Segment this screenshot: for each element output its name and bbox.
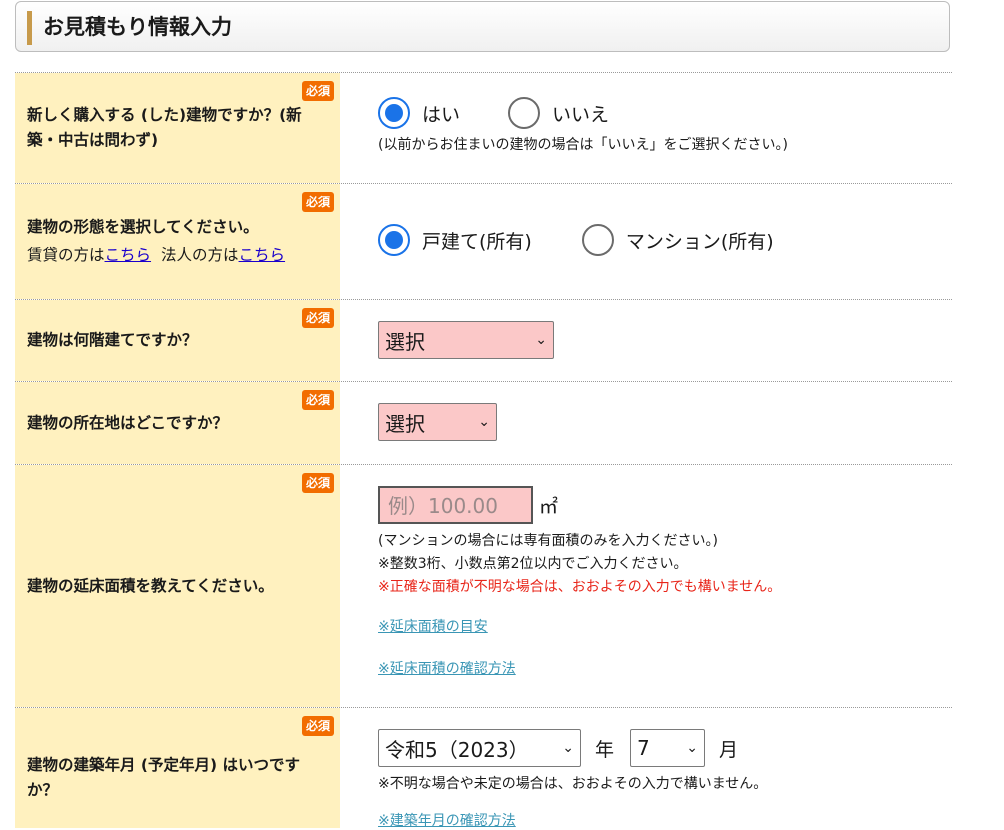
rental-corporate-links: 賃貸の方はこちら 法人の方はこちら xyxy=(27,242,328,268)
select-value: 令和5（2023） xyxy=(385,737,529,762)
floors-select[interactable]: 選択 ⌄ xyxy=(378,321,554,359)
build-month-select[interactable]: 7 ⌄ xyxy=(630,729,706,767)
floor-area-note-2: ※整数3桁、小数点第2位以内でご入力ください。 xyxy=(378,556,688,572)
year-unit: 年 xyxy=(595,738,615,761)
chevron-down-icon: ⌄ xyxy=(562,740,574,756)
select-value: 選択 xyxy=(385,411,425,436)
radio-circle xyxy=(508,97,541,129)
question-label-cell: 必須 建物の建築年月 (予定年月) はいつですか？ xyxy=(15,708,340,828)
answer-cell: 令和5（2023） ⌄ 年 7 ⌄ 月 ※不明な場合や未定の場合は、おおよその入… xyxy=(340,708,952,830)
question-row-floors: 必須 建物は何階建てですか？ 選択 ⌄ xyxy=(15,299,952,381)
select-value: 7 xyxy=(637,736,650,760)
chevron-down-icon: ⌄ xyxy=(535,332,547,348)
answer-cell: はい いいえ (以前からお住まいの建物の場合は「いいえ」をご選択ください。) xyxy=(340,73,952,183)
required-badge: 必須 xyxy=(301,390,334,410)
area-unit: ㎡ xyxy=(539,495,559,518)
floor-area-guide-link[interactable]: ※延床面積の目安 xyxy=(378,616,952,636)
radio-circle-checked xyxy=(378,224,410,256)
required-badge: 必須 xyxy=(301,308,334,328)
chevron-down-icon: ⌄ xyxy=(686,740,699,756)
required-badge: 必須 xyxy=(301,473,334,493)
question-label-cell: 必須 建物の所在地はどこですか？ xyxy=(15,382,340,464)
build-year-select[interactable]: 令和5（2023） ⌄ xyxy=(378,729,581,767)
question-row-building-type: 必須 建物の形態を選択してください。 賃貸の方はこちら 法人の方はこちら 戸建て(… xyxy=(15,183,952,299)
question-label-cell: 必須 建物の延床面積を教えてください。 xyxy=(15,465,340,707)
build-date-check-link[interactable]: ※建築年月の確認方法 xyxy=(378,810,952,830)
floor-area-input[interactable]: 例）100.00 xyxy=(378,486,533,524)
answer-cell: 選択 ⌄ xyxy=(340,300,952,381)
question-label-cell: 必須 建物は何階建てですか？ xyxy=(15,300,340,381)
radio-circle-checked xyxy=(378,97,410,129)
month-unit: 月 xyxy=(719,738,739,761)
build-date-selects: 令和5（2023） ⌄ 年 7 ⌄ 月 xyxy=(378,729,952,767)
question-row-floor-area: 必須 建物の延床面積を教えてください。 例）100.00 ㎡ (マンションの場合… xyxy=(15,464,952,707)
page-title: お見積もり情報入力 xyxy=(43,15,232,39)
question-row-build-date: 必須 建物の建築年月 (予定年月) はいつですか？ 令和5（2023） ⌄ 年 … xyxy=(15,707,952,830)
radio-label-condominium: マンション(所有) xyxy=(625,230,774,253)
answer-cell: 選択 ⌄ xyxy=(340,382,952,464)
question-label-cell: 必須 建物の形態を選択してください。 賃貸の方はこちら 法人の方はこちら xyxy=(15,184,340,299)
question-label: 建物の所在地はどこですか？ xyxy=(27,413,229,432)
required-badge: 必須 xyxy=(301,192,334,212)
floor-area-note-1: (マンションの場合には専有面積のみを入力ください。) xyxy=(378,533,718,549)
radio-label-no: いいえ xyxy=(552,103,610,126)
estimate-form: 必須 新しく購入する (した)建物ですか？(新築・中古は問わず) はい いいえ … xyxy=(15,72,952,830)
section-header: お見積もり情報入力 xyxy=(15,1,950,52)
build-date-note: ※不明な場合や未定の場合は、おおよその入力で構いません。 xyxy=(378,776,768,792)
question-label: 建物の延床面積を教えてください。 xyxy=(27,576,274,595)
select-value: 選択 xyxy=(385,329,425,354)
radio-label-yes: はい xyxy=(422,103,461,126)
required-badge: 必須 xyxy=(301,716,334,736)
floor-area-note-3: ※正確な面積が不明な場合は、おおよその入力でも構いません。 xyxy=(378,579,782,595)
question-label: 建物の建築年月 (予定年月) はいつですか？ xyxy=(27,756,300,799)
answer-cell: 戸建て(所有) マンション(所有) xyxy=(340,184,952,299)
radio-circle xyxy=(581,224,614,256)
required-badge: 必須 xyxy=(301,81,334,101)
chevron-down-icon: ⌄ xyxy=(478,414,490,430)
rental-prefix: 賃貸の方は xyxy=(27,246,105,264)
question-label-cell: 必須 新しく購入する (した)建物ですか？(新築・中古は問わず) xyxy=(15,73,340,183)
radio-label-detached: 戸建て(所有) xyxy=(422,230,532,253)
floor-area-check-link[interactable]: ※延床面積の確認方法 xyxy=(378,658,952,678)
floor-area-input-row: 例）100.00 ㎡ xyxy=(378,486,952,524)
question-label: 建物の形態を選択してください。 xyxy=(27,218,259,236)
radio-group-new-purchase: はい いいえ xyxy=(378,97,952,129)
question-label: 新しく購入する (した)建物ですか？(新築・中古は問わず) xyxy=(27,106,302,149)
answer-cell: 例）100.00 ㎡ (マンションの場合には専有面積のみを入力ください。) ※整… xyxy=(340,465,952,707)
rental-link[interactable]: こちら xyxy=(105,246,152,264)
corporate-prefix: 法人の方は xyxy=(161,246,239,264)
radio-detached-house[interactable]: 戸建て(所有) xyxy=(378,224,532,256)
corporate-link[interactable]: こちら xyxy=(239,246,286,264)
radio-group-building-type: 戸建て(所有) マンション(所有) xyxy=(378,224,952,256)
radio-yes[interactable]: はい xyxy=(378,97,460,129)
radio-condominium[interactable]: マンション(所有) xyxy=(581,224,774,256)
question-label: 建物は何階建てですか？ xyxy=(27,331,198,349)
header-accent-bar xyxy=(27,11,32,45)
question-row-location: 必須 建物の所在地はどこですか？ 選択 ⌄ xyxy=(15,381,952,464)
q1-note: (以前からお住まいの建物の場合は「いいえ」をご選択ください。) xyxy=(378,137,788,153)
prefecture-select[interactable]: 選択 ⌄ xyxy=(378,403,497,441)
radio-no[interactable]: いいえ xyxy=(508,97,609,129)
question-row-new-purchase: 必須 新しく購入する (した)建物ですか？(新築・中古は問わず) はい いいえ … xyxy=(15,72,952,183)
